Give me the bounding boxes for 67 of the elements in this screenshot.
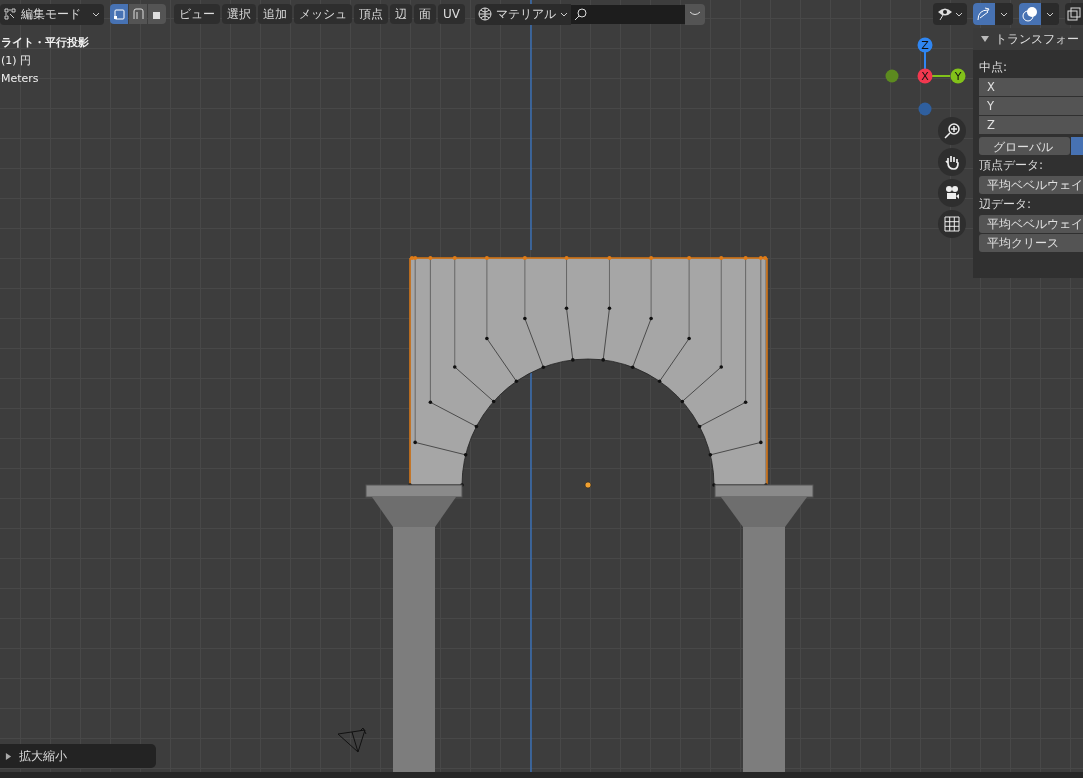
mode-label: 編集モード [21,5,82,23]
global-button[interactable]: グローバル [979,137,1070,155]
caret-icon [560,11,568,17]
pan-button[interactable] [938,148,966,176]
coordinate-field[interactable]: Z [979,116,1083,134]
negative-z-handle[interactable] [918,102,932,116]
menu-button[interactable]: 辺 [390,4,412,24]
camera-icon [337,727,367,753]
menu-button[interactable]: ビュー [174,4,220,24]
search-icon [574,7,587,21]
value-field[interactable]: 平均ベベルウェイ [979,176,1083,194]
edit-mode-icon [4,8,16,20]
layered-squares-icon [1067,7,1081,21]
z-axis-handle[interactable]: Z [917,37,933,53]
xray-toggle[interactable] [1065,3,1083,25]
menu-button[interactable]: 選択 [222,4,256,24]
select-mode-button[interactable] [110,4,128,24]
caret-icon [1000,11,1008,17]
overlay-circles-icon [1022,6,1038,22]
value-field[interactable]: 平均ベベルウェイ [979,215,1083,233]
search-options-button[interactable] [685,3,705,25]
shading-label: マテリアル [496,5,556,23]
caret-icon [955,11,963,17]
vertex-select-icon [113,8,125,20]
menu-button[interactable]: 面 [414,4,436,24]
field-label: 頂点データ: [979,158,1045,173]
value-field[interactable]: 平均クリース [979,234,1083,252]
search-field[interactable] [571,4,685,24]
movie-camera-icon [944,185,960,201]
perspective-toggle-button[interactable] [938,210,966,238]
viewport-info-text: Meters [1,71,40,86]
viewport-info-text: (1) 円 [1,53,33,68]
viewport-info-text: ライト・平行投影 [1,35,89,50]
select-mode-button[interactable] [148,4,166,24]
menu-button[interactable]: UV [438,4,465,24]
menu-button[interactable]: 頂点 [354,4,388,24]
hand-icon [944,154,960,170]
edge-select-icon [132,8,144,20]
overlay-toggle[interactable] [1019,3,1041,25]
coordinate-field[interactable]: X [979,78,1083,96]
operator-panel[interactable]: 拡大縮小 [0,744,156,768]
y-axis-handle[interactable]: Y [950,68,966,84]
zoom-icon [944,123,960,139]
field-label: 辺データ: [979,197,1033,212]
field-label: 中点: [979,60,1009,75]
panel-title: トランスフォー [995,30,1079,48]
arrow-arc-icon [976,6,992,22]
negative-y-handle[interactable] [885,69,899,83]
visibility-dropdown[interactable] [933,3,967,25]
gizmo-toggle[interactable] [973,3,995,25]
operator-label: 拡大縮小 [19,747,67,765]
mode-dropdown[interactable]: 編集モード [0,3,104,25]
menu-button[interactable]: 追加 [258,4,292,24]
panel-header[interactable]: トランスフォー [973,28,1083,50]
coordinate-field[interactable]: Y [979,97,1083,115]
caret-icon [92,11,100,17]
select-mode-button[interactable] [129,4,147,24]
shading-dropdown[interactable]: マテリアル [475,3,571,25]
caret-icon [1046,11,1054,17]
grid-icon [944,216,960,232]
globe-icon [478,7,492,21]
menu-button[interactable]: メッシュ [294,4,352,24]
zoom-button[interactable] [938,117,966,145]
camera-view-button[interactable] [938,179,966,207]
chevron-icon [689,11,701,17]
x-axis-handle[interactable]: X [917,68,933,84]
eye-icon [937,7,953,21]
